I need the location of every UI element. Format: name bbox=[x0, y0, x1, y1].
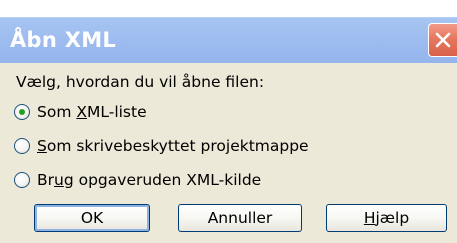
cancel-button[interactable]: Annuller bbox=[178, 204, 302, 232]
help-button[interactable]: Hjælp bbox=[326, 204, 447, 232]
radio-read-only-workbook[interactable] bbox=[14, 138, 30, 154]
option-xml-source-pane[interactable]: Brug opgaveruden XML-kilde bbox=[14, 168, 261, 192]
dialog-title: Åbn XML bbox=[10, 28, 117, 52]
close-button[interactable] bbox=[428, 23, 457, 57]
open-xml-dialog: Åbn XML Vælg, hvordan du vil åbne filen:… bbox=[0, 0, 457, 243]
radio-xml-list[interactable] bbox=[14, 104, 30, 120]
option-xml-source-pane-label: Brug opgaveruden XML-kilde bbox=[37, 171, 262, 189]
option-xml-list-label: Som XML-liste bbox=[37, 103, 147, 121]
option-read-only-workbook-label: Som skrivebeskyttet projektmappe bbox=[37, 137, 309, 155]
close-icon bbox=[435, 32, 451, 48]
prompt-label: Vælg, hvordan du vil åbne filen: bbox=[16, 73, 265, 91]
help-label-rest: jælp bbox=[375, 209, 410, 227]
radio-selected-dot bbox=[19, 109, 25, 115]
option-read-only-workbook[interactable]: Som skrivebeskyttet projektmappe bbox=[14, 134, 309, 158]
dialog-body: Vælg, hvordan du vil åbne filen: Som XML… bbox=[0, 63, 457, 243]
radio-xml-source-pane[interactable] bbox=[14, 172, 30, 188]
ok-button[interactable]: OK bbox=[34, 204, 150, 232]
help-accel: H bbox=[363, 209, 376, 227]
title-bar[interactable]: Åbn XML bbox=[0, 17, 457, 64]
option-xml-list[interactable]: Som XML-liste bbox=[14, 100, 147, 124]
